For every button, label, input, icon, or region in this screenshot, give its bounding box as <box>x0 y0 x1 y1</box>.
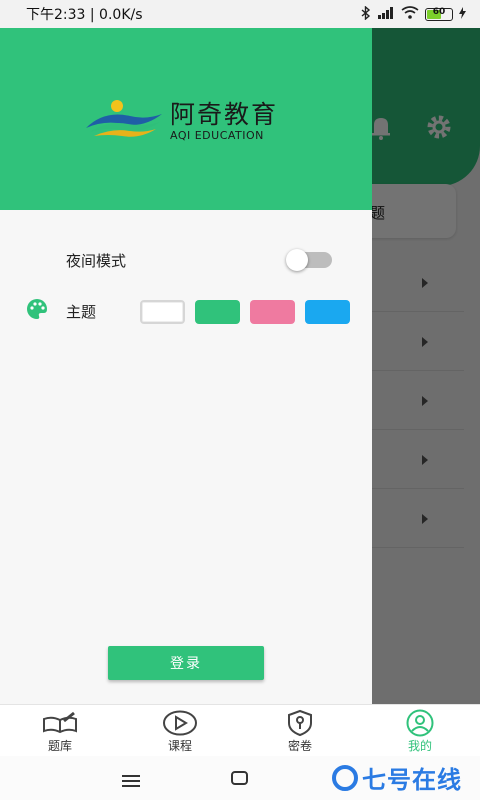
night-mode-toggle[interactable] <box>286 249 332 271</box>
palette-icon <box>26 298 48 324</box>
play-circle-icon <box>162 709 198 737</box>
shield-key-icon <box>282 709 318 737</box>
drawer-header: 阿奇教育 AQI EDUCATION <box>0 28 372 210</box>
tab-mine[interactable]: 我的 <box>360 705 480 756</box>
status-time-speed: 下午2:33 | 0.0K/s <box>26 7 143 23</box>
user-icon <box>402 709 438 737</box>
tab-label: 题库 <box>47 739 72 753</box>
tab-course[interactable]: 课程 <box>120 705 240 756</box>
battery-level: 60 <box>432 6 446 17</box>
book-icon <box>42 709 78 737</box>
theme-swatch-green[interactable] <box>195 300 240 324</box>
theme-swatch-blue[interactable] <box>305 300 350 324</box>
night-mode-row: 夜间模式 <box>26 242 348 278</box>
theme-swatch-pink[interactable] <box>250 300 295 324</box>
status-bar: 下午2:33 | 0.0K/s 60 <box>0 0 480 28</box>
bottom-tab-bar: 题库 课程 密卷 我的 <box>0 704 480 756</box>
watermark: 七号在线 <box>332 760 462 795</box>
brand-logo: 阿奇教育 AQI EDUCATION <box>84 98 278 144</box>
status-icons: 60 <box>361 4 466 23</box>
side-drawer: 阿奇教育 AQI EDUCATION 夜间模式 主题 登录 <box>0 28 372 704</box>
tab-secret-paper[interactable]: 密卷 <box>240 705 360 756</box>
theme-label: 主题 <box>66 302 97 321</box>
theme-swatch-white[interactable] <box>140 300 185 324</box>
tab-label: 密卷 <box>287 739 312 753</box>
watermark-logo-icon <box>332 764 358 791</box>
tab-label: 我的 <box>407 739 432 753</box>
moon-icon <box>26 247 48 273</box>
logo-mark-icon <box>84 98 164 144</box>
login-button[interactable]: 登录 <box>108 646 264 680</box>
tab-label: 课程 <box>167 739 192 753</box>
charging-icon <box>459 6 466 22</box>
signal-icon <box>377 6 395 22</box>
night-mode-label: 夜间模式 <box>66 251 127 270</box>
logo-name-en: AQI EDUCATION <box>170 128 264 142</box>
theme-swatches <box>140 300 350 324</box>
bluetooth-icon <box>361 4 371 23</box>
menu-icon[interactable] <box>122 772 140 787</box>
toggle-knob <box>286 249 308 271</box>
logo-name-cn: 阿奇教育 <box>170 99 279 129</box>
tab-question-bank[interactable]: 题库 <box>0 705 120 756</box>
battery-icon: 60 <box>425 6 453 21</box>
wifi-icon <box>401 6 419 22</box>
home-button-icon[interactable] <box>231 771 248 785</box>
watermark-text: 七号在线 <box>362 766 462 794</box>
